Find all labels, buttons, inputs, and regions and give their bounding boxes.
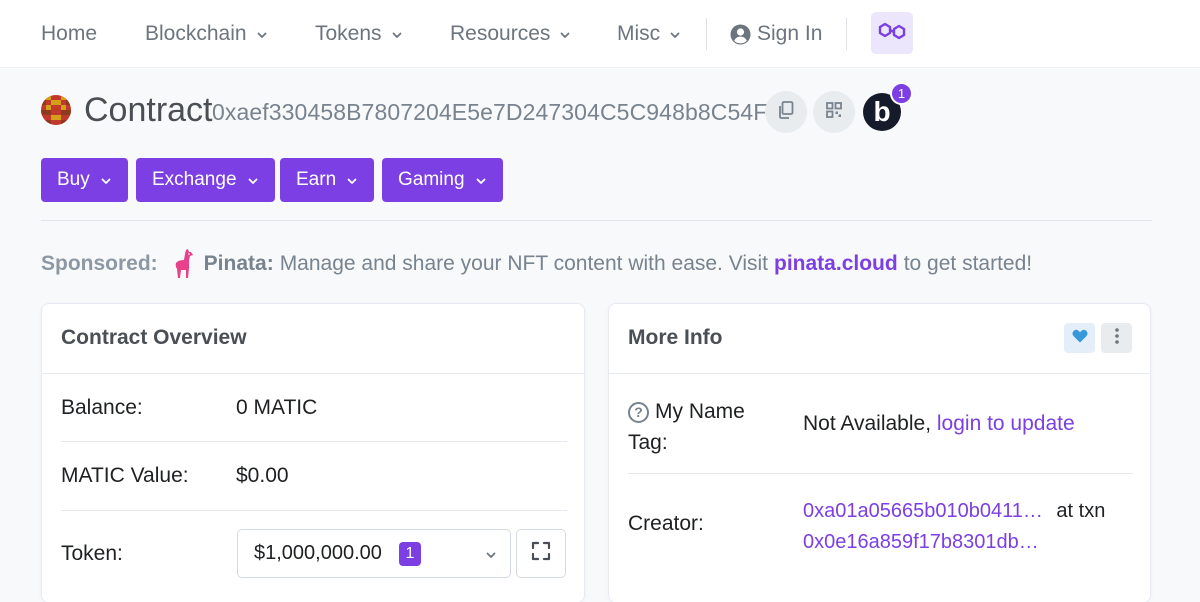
sponsor-suffix: to get started! — [903, 252, 1033, 275]
polygon-network-button[interactable] — [871, 12, 913, 54]
card-title: More Info — [628, 326, 723, 349]
name-tag-label-line2: Tag: — [628, 431, 668, 454]
expand-icon — [531, 541, 551, 566]
creator-address-link[interactable]: 0xa01a05665b010b0411… — [803, 500, 1043, 522]
heart-icon — [1071, 329, 1088, 348]
name-tag-label-line1: My Name — [655, 400, 745, 423]
login-to-update-link[interactable]: login to update — [937, 412, 1075, 435]
contract-overview-card: Contract Overview Balance: 0 MATIC MATIC… — [41, 303, 585, 602]
name-tag-status: Not Available, — [803, 412, 932, 435]
earn-label: Earn — [296, 169, 337, 190]
sign-in-link[interactable]: Sign In — [730, 20, 822, 48]
qr-code-icon — [826, 101, 842, 123]
token-label: Token: — [61, 542, 123, 565]
sponsor-text: Manage and share your NFT content with e… — [279, 252, 769, 275]
blockscan-logo-icon: b — [873, 96, 891, 127]
creator-txn-link[interactable]: 0x0e16a859f17b8301db… — [803, 531, 1039, 553]
chevron-down-icon — [485, 549, 497, 561]
balance-label: Balance: — [61, 396, 143, 419]
chevron-down-icon — [100, 175, 112, 187]
nav-resources[interactable]: Resources — [450, 20, 571, 48]
gaming-dropdown-button[interactable]: Gaming — [382, 158, 503, 202]
row-divider — [628, 473, 1133, 474]
row-divider — [61, 510, 567, 511]
chevron-down-icon — [391, 29, 403, 41]
name-tag-label: ? My Name Tag: — [628, 396, 745, 458]
more-info-card: More Info ? My Name Tag: Not Available, l… — [608, 303, 1151, 602]
chevron-down-icon — [256, 29, 268, 41]
token-holdings-dropdown[interactable]: $1,000,000.00 1 — [237, 529, 511, 578]
page-title: Contract — [84, 91, 213, 129]
copy-icon — [778, 100, 794, 124]
card-header: More Info — [609, 304, 1150, 374]
sponsor-brand: Pinata: — [203, 252, 274, 275]
expand-token-view-button[interactable] — [516, 529, 566, 578]
exchange-dropdown-button[interactable]: Exchange — [136, 158, 275, 202]
sponsor-link[interactable]: pinata.cloud — [774, 252, 898, 276]
earn-dropdown-button[interactable]: Earn — [280, 158, 375, 202]
blockscan-notification-badge: 1 — [890, 82, 913, 105]
at-txn-text: at txn — [1056, 500, 1106, 522]
qr-code-button[interactable] — [813, 91, 855, 133]
chevron-down-icon — [346, 175, 358, 187]
sponsored-label: Sponsored: — [41, 252, 158, 275]
polygon-logo-icon — [878, 19, 906, 48]
balance-value: 0 MATIC — [236, 396, 318, 419]
matic-value-label: MATIC Value: — [61, 464, 189, 487]
contract-blockie-avatar — [41, 95, 71, 125]
buy-dropdown-button[interactable]: Buy — [41, 158, 128, 202]
nav-home-label: Home — [41, 22, 98, 45]
card-title: Contract Overview — [61, 326, 247, 349]
matic-value-value: $0.00 — [236, 464, 289, 487]
token-total-value: $1,000,000.00 — [254, 542, 382, 564]
creator-label: Creator: — [628, 512, 704, 535]
name-tag-value: Not Available, login to update — [803, 412, 1075, 436]
nav-blockchain[interactable]: Blockchain — [145, 20, 268, 48]
more-options-button[interactable] — [1101, 323, 1132, 353]
chevron-down-icon — [669, 29, 681, 41]
nav-blockchain-label: Blockchain — [145, 22, 247, 45]
user-circle-icon — [730, 24, 751, 45]
contract-address: 0xaef330458B7807204E5e7D247304C5C948b8C5… — [212, 99, 768, 125]
copy-address-button[interactable] — [765, 91, 807, 133]
sign-in-label: Sign In — [757, 22, 823, 45]
nav-resources-label: Resources — [450, 22, 551, 45]
token-count-badge: 1 — [399, 542, 421, 566]
favorite-button[interactable] — [1064, 323, 1095, 353]
gaming-label: Gaming — [398, 169, 465, 190]
nav-tokens-label: Tokens — [315, 22, 382, 45]
pinata-llama-icon — [172, 248, 196, 280]
exchange-label: Exchange — [152, 169, 237, 190]
nav-misc-label: Misc — [617, 22, 661, 45]
chevron-down-icon — [475, 175, 487, 187]
chevron-down-icon — [247, 175, 259, 187]
nav-home[interactable]: Home — [41, 20, 97, 48]
top-navbar: Home Blockchain Tokens Resources Misc Si… — [0, 0, 1200, 68]
sponsored-banner: Sponsored: Pinata: Manage and share your… — [41, 248, 1032, 280]
nav-misc[interactable]: Misc — [617, 20, 681, 48]
section-divider — [41, 220, 1152, 221]
vertical-ellipsis-icon — [1114, 327, 1119, 349]
nav-divider — [846, 18, 847, 50]
chevron-down-icon — [559, 29, 571, 41]
creator-value: 0xa01a05665b010b0411… at txn 0x0e16a859f… — [803, 496, 1105, 558]
card-header: Contract Overview — [42, 304, 584, 374]
nav-tokens[interactable]: Tokens — [315, 20, 403, 48]
buy-label: Buy — [57, 169, 90, 190]
nav-divider — [706, 18, 707, 50]
question-circle-icon[interactable]: ? — [628, 402, 649, 423]
row-divider — [61, 441, 567, 442]
